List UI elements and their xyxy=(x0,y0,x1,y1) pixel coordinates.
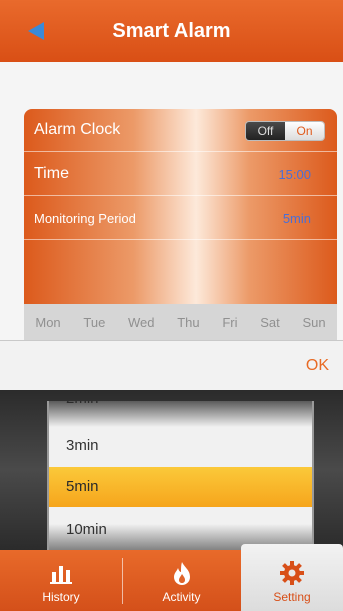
alarm-settings-card: Alarm Clock Off On Time 15:00 Monitoring… xyxy=(24,109,337,304)
tab-history-label: History xyxy=(42,590,80,604)
tab-activity[interactable]: Activity xyxy=(123,550,240,611)
bottom-tab-bar: History Activity Setting xyxy=(0,544,343,611)
monitoring-period-row[interactable]: Monitoring Period 5min xyxy=(24,197,337,240)
monitoring-period-value: 5min xyxy=(282,210,311,226)
time-row[interactable]: Time 15:00 xyxy=(24,153,337,196)
bar-chart-icon xyxy=(50,566,72,584)
header-bar: Smart Alarm xyxy=(0,0,343,62)
picker-option-3min[interactable]: 3min xyxy=(49,426,312,466)
day-sun[interactable]: Sun xyxy=(302,315,325,330)
weekday-selector: Mon Tue Wed Thu Fri Sat Sun xyxy=(24,304,337,340)
monitoring-period-label: Monitoring Period xyxy=(34,210,136,226)
alarm-clock-row: Alarm Clock Off On xyxy=(24,109,337,152)
time-label: Time xyxy=(34,165,69,182)
alarm-clock-label: Alarm Clock xyxy=(34,121,121,138)
period-picker-wheel[interactable]: 2min 3min 5min 10min xyxy=(47,401,314,550)
tab-setting[interactable]: Setting xyxy=(241,544,343,611)
day-fri[interactable]: Fri xyxy=(222,315,237,330)
back-arrow-icon[interactable] xyxy=(28,22,44,40)
day-tue[interactable]: Tue xyxy=(83,315,105,330)
time-value: 15:00 xyxy=(278,166,311,182)
flame-icon xyxy=(173,562,190,585)
picker-toolbar: OK xyxy=(0,340,343,390)
page-title: Smart Alarm xyxy=(112,19,231,42)
tab-history[interactable]: History xyxy=(0,550,122,611)
ok-button[interactable]: OK xyxy=(306,357,329,375)
day-wed[interactable]: Wed xyxy=(128,315,155,330)
empty-row xyxy=(24,241,337,304)
day-mon[interactable]: Mon xyxy=(35,315,60,330)
picker-shade-top xyxy=(49,401,312,427)
gear-icon xyxy=(280,561,304,585)
toggle-off-option[interactable]: Off xyxy=(246,122,285,140)
tab-activity-label: Activity xyxy=(162,590,201,604)
tab-setting-label: Setting xyxy=(273,590,311,604)
day-thu[interactable]: Thu xyxy=(177,315,199,330)
alarm-clock-toggle[interactable]: Off On xyxy=(245,121,325,141)
picker-option-5min-selected[interactable]: 5min xyxy=(49,467,312,507)
day-sat[interactable]: Sat xyxy=(260,315,280,330)
toggle-on-option[interactable]: On xyxy=(285,122,324,140)
